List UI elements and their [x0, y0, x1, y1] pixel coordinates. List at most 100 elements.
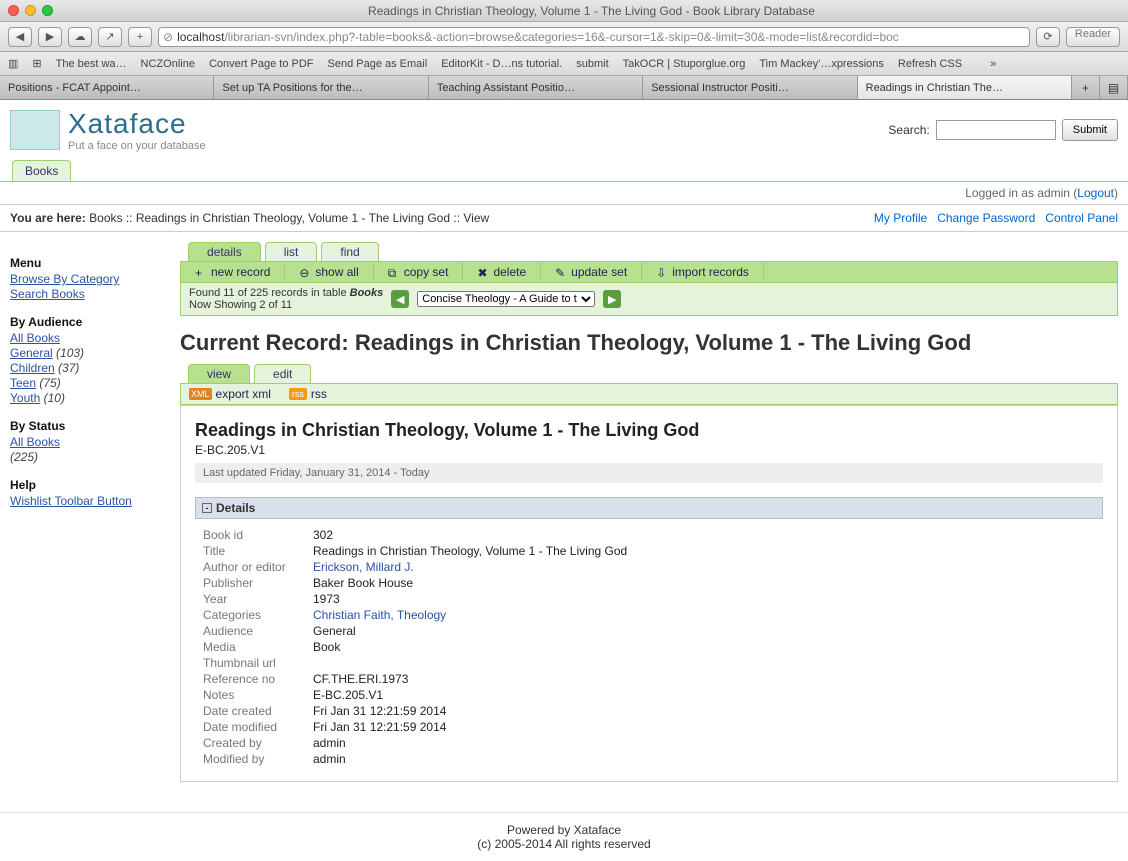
traffic-lights	[8, 5, 53, 16]
url-field[interactable]: ⊘ localhost /librarian-svn/index.php?-ta…	[158, 27, 1030, 47]
record-nav: Found 11 of 225 records in table Books N…	[180, 283, 1118, 316]
detail-row: Date modifiedFri Jan 31 12:21:59 2014	[203, 719, 1103, 735]
rss-icon: rss	[289, 388, 307, 400]
record-selector[interactable]: Concise Theology - A Guide to t	[417, 291, 595, 307]
sidebar: Menu Browse By Category Search Books By …	[10, 242, 180, 782]
profile-link[interactable]: My Profile	[874, 211, 927, 225]
viewtab-edit[interactable]: edit	[254, 364, 311, 383]
show-all-bookmarks-icon[interactable]: ▥	[8, 57, 18, 70]
action-import-records[interactable]: ⇩ import records	[642, 262, 764, 282]
reload-button[interactable]: ⟳	[1036, 27, 1060, 47]
delete-icon: ✖	[477, 266, 489, 278]
action-copy-set[interactable]: ⧉ copy set	[374, 262, 464, 282]
detail-row: PublisherBaker Book House	[203, 575, 1103, 591]
close-window-icon[interactable]	[8, 5, 19, 16]
current-record-heading: Current Record: Readings in Christian Th…	[180, 330, 1118, 356]
logout-link[interactable]: Logout	[1077, 186, 1114, 200]
bookmarks-bar: ▥ ⊞ The best wa… NCZOnline Convert Page to…	[0, 52, 1128, 76]
add-bookmark-button[interactable]: +	[128, 27, 152, 47]
detail-row: Thumbnail url	[203, 655, 1103, 671]
detail-row: Book id302	[203, 527, 1103, 543]
record-code: E-BC.205.V1	[195, 443, 1103, 457]
subtab-list[interactable]: list	[265, 242, 318, 261]
sidebar-item[interactable]: Teen	[10, 376, 36, 390]
tab-books[interactable]: Books	[12, 160, 71, 181]
back-button[interactable]: ◀	[8, 27, 32, 47]
detail-row: CategoriesChristian Faith, Theology	[203, 607, 1103, 623]
show-all-icon: ⊖	[299, 266, 311, 278]
details-header[interactable]: - Details	[195, 497, 1103, 519]
import-records-icon: ⇩	[656, 266, 668, 278]
export-export-xml[interactable]: XML export xml	[189, 387, 271, 401]
bookmark-item[interactable]: submit	[576, 58, 608, 70]
action-update-set[interactable]: ✎ update set	[541, 262, 642, 282]
viewtab-view[interactable]: view	[188, 364, 250, 383]
minimize-window-icon[interactable]	[25, 5, 36, 16]
bookmark-item[interactable]: TakOCR | Stuporglue.org	[623, 58, 746, 70]
bookmark-item[interactable]: Convert Page to PDF	[209, 58, 314, 70]
browser-tab[interactable]: Readings in Christian The…	[858, 76, 1072, 99]
profile-link[interactable]: Control Panel	[1045, 211, 1118, 225]
action-new-record[interactable]: + new record	[181, 262, 285, 282]
cloud-icon[interactable]: ☁	[68, 27, 92, 47]
bookmark-item[interactable]: NCZOnline	[141, 58, 195, 70]
browser-tab[interactable]: Positions - FCAT Appoint…	[0, 76, 214, 99]
search-books-link[interactable]: Search Books	[10, 287, 85, 301]
action-bar: + new record⊖ show all⧉ copy set✖ delete…	[180, 261, 1118, 283]
action-show-all[interactable]: ⊖ show all	[285, 262, 373, 282]
browser-tab[interactable]: Set up TA Positions for the…	[214, 76, 428, 99]
new-tab-button[interactable]: +	[1072, 76, 1100, 99]
tab-overview-icon[interactable]: ▤	[1100, 76, 1128, 99]
detail-row: TitleReadings in Christian Theology, Vol…	[203, 543, 1103, 559]
url-path: /librarian-svn/index.php?-table=books&-a…	[224, 30, 898, 44]
bookmark-item[interactable]: Refresh CSS	[898, 58, 962, 70]
sidebar-item[interactable]: All Books	[10, 331, 60, 345]
browser-tab[interactable]: Teaching Assistant Positio…	[429, 76, 643, 99]
more-bookmarks-icon[interactable]: »	[990, 58, 996, 70]
search-input[interactable]	[936, 120, 1056, 140]
record-title: Readings in Christian Theology, Volume 1…	[195, 420, 1103, 441]
bookmark-item[interactable]: The best wa…	[56, 58, 127, 70]
sidebar-item[interactable]: Children	[10, 361, 55, 375]
export-rss[interactable]: rss rss	[289, 387, 327, 401]
sidebar-item[interactable]: All Books	[10, 435, 60, 449]
detail-row: Author or editorErickson, Millard J.	[203, 559, 1103, 575]
browser-tab[interactable]: Sessional Instructor Positi…	[643, 76, 857, 99]
collapse-icon[interactable]: -	[202, 503, 212, 513]
subtab-find[interactable]: find	[321, 242, 378, 261]
wishlist-link[interactable]: Wishlist Toolbar Button	[10, 494, 132, 508]
logo-icon	[10, 110, 60, 150]
xataface-logo[interactable]: Xataface Put a face on your database	[10, 108, 206, 152]
action-delete[interactable]: ✖ delete	[463, 262, 541, 282]
window-titlebar: Readings in Christian Theology, Volume 1…	[0, 0, 1128, 22]
help-heading: Help	[10, 478, 170, 492]
bookmark-item[interactable]: Send Page as Email	[328, 58, 428, 70]
zoom-window-icon[interactable]	[42, 5, 53, 16]
detail-link[interactable]: Christian Faith, Theology	[313, 608, 446, 622]
record-box: Readings in Christian Theology, Volume 1…	[180, 405, 1118, 782]
detail-link[interactable]: Erickson, Millard J.	[313, 560, 414, 574]
by-audience-heading: By Audience	[10, 315, 170, 329]
sidebar-item[interactable]: Youth	[10, 391, 40, 405]
top-sites-icon[interactable]: ⊞	[32, 57, 41, 70]
detail-row: AudienceGeneral	[203, 623, 1103, 639]
last-updated: Last updated Friday, January 31, 2014 - …	[195, 463, 1103, 483]
bookmark-item[interactable]: Tim Mackey'…xpressions	[759, 58, 884, 70]
forward-button[interactable]: ▶	[38, 27, 62, 47]
sidebar-item[interactable]: General	[10, 346, 53, 360]
reader-button[interactable]: Reader	[1066, 27, 1120, 47]
browser-toolbar: ◀ ▶ ☁ ↗ + ⊘ localhost /librarian-svn/ind…	[0, 22, 1128, 52]
prev-record-button[interactable]: ◀	[391, 290, 409, 308]
new-record-icon: +	[195, 266, 207, 278]
share-icon[interactable]: ↗	[98, 27, 122, 47]
url-host: localhost	[177, 30, 224, 44]
bookmark-item[interactable]: EditorKit - D…ns tutorial.	[441, 58, 562, 70]
profile-link[interactable]: Change Password	[937, 211, 1035, 225]
footer: Powered by Xataface (c) 2005-2014 All ri…	[0, 812, 1128, 861]
search-submit-button[interactable]: Submit	[1062, 119, 1118, 141]
subtab-details[interactable]: details	[188, 242, 261, 261]
menu-heading: Menu	[10, 256, 170, 270]
browse-by-category-link[interactable]: Browse By Category	[10, 272, 119, 286]
next-record-button[interactable]: ▶	[603, 290, 621, 308]
logo-text: Xataface	[68, 108, 206, 140]
